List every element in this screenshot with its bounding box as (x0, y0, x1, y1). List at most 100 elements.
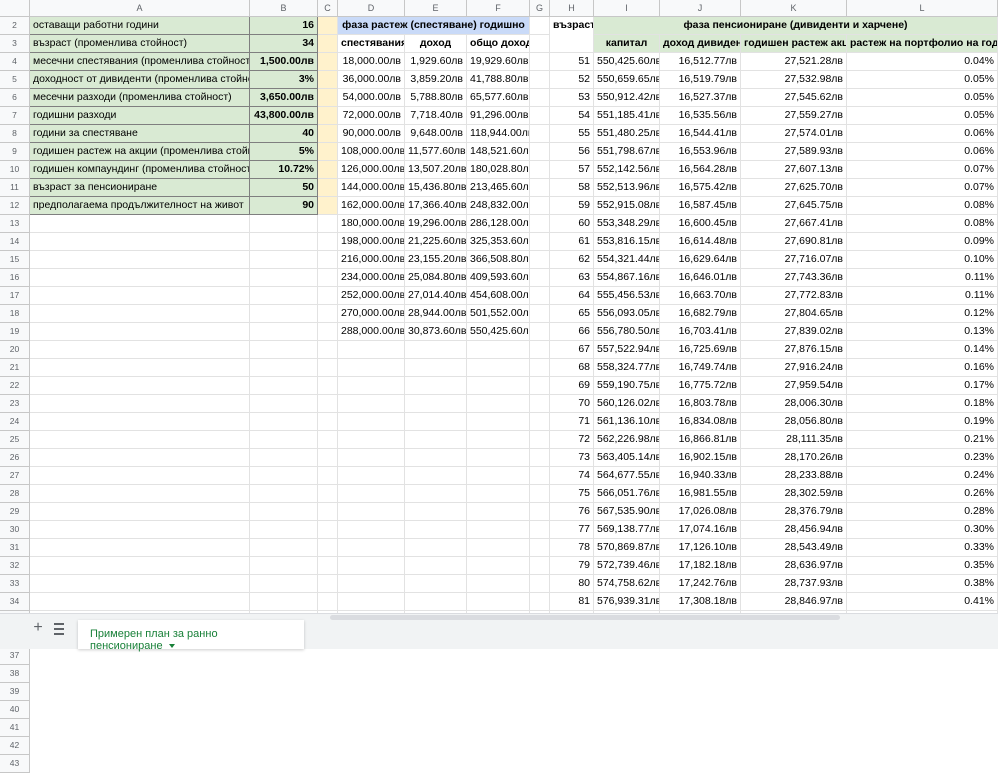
retirement-cell[interactable]: 16,940.33лв (660, 467, 741, 485)
empty-cell[interactable] (30, 575, 250, 593)
retirement-cell[interactable]: 16,553.96лв (660, 143, 741, 161)
empty-cell[interactable] (405, 557, 467, 575)
row-header[interactable]: 17 (0, 287, 30, 305)
column-header-d[interactable]: D (338, 0, 405, 17)
param-value[interactable]: 90 (250, 197, 318, 215)
retirement-cell[interactable]: 16,614.48лв (660, 233, 741, 251)
empty-cell[interactable] (318, 431, 338, 449)
empty-cell[interactable] (318, 35, 338, 53)
empty-cell[interactable] (530, 287, 550, 305)
empty-cell[interactable] (30, 323, 250, 341)
row-header[interactable]: 13 (0, 215, 30, 233)
empty-cell[interactable] (318, 593, 338, 611)
empty-cell[interactable] (250, 395, 318, 413)
retirement-cell[interactable]: 0.41% (847, 593, 998, 611)
empty-cell[interactable] (318, 503, 338, 521)
growth-cell[interactable]: 36,000.00лв (338, 71, 405, 89)
empty-cell[interactable] (530, 161, 550, 179)
retirement-cell[interactable]: 0.38% (847, 575, 998, 593)
row-header[interactable]: 5 (0, 71, 30, 89)
row-header[interactable]: 14 (0, 233, 30, 251)
empty-cell[interactable] (338, 449, 405, 467)
retirement-cell[interactable]: 16,527.37лв (660, 89, 741, 107)
empty-cell[interactable] (405, 485, 467, 503)
empty-cell[interactable] (405, 431, 467, 449)
retirement-cell[interactable]: 27,839.02лв (741, 323, 847, 341)
growth-phase-title[interactable]: фаза растеж (спестяване) годишно (338, 17, 530, 35)
empty-cell[interactable] (530, 305, 550, 323)
row-header[interactable]: 30 (0, 521, 30, 539)
retirement-cell[interactable]: 0.17% (847, 377, 998, 395)
empty-cell[interactable] (405, 575, 467, 593)
empty-cell[interactable] (338, 593, 405, 611)
growth-cell[interactable]: 41,788.80лв (467, 71, 530, 89)
empty-cell[interactable] (318, 161, 338, 179)
empty-cell[interactable] (467, 485, 530, 503)
empty-cell[interactable] (405, 521, 467, 539)
growth-cell[interactable]: 25,084.80лв (405, 269, 467, 287)
row-header[interactable]: 29 (0, 503, 30, 521)
growth-cell[interactable]: 325,353.60лв (467, 233, 530, 251)
growth-cell[interactable]: 252,000.00лв (338, 287, 405, 305)
empty-cell[interactable] (338, 359, 405, 377)
row-header[interactable]: 42 (0, 737, 30, 755)
retirement-cell[interactable]: 553,348.29лв (594, 215, 660, 233)
retirement-cell[interactable]: 576,939.31лв (594, 593, 660, 611)
empty-cell[interactable] (530, 593, 550, 611)
row-header[interactable]: 23 (0, 395, 30, 413)
row-header[interactable]: 12 (0, 197, 30, 215)
empty-cell[interactable] (338, 395, 405, 413)
empty-cell[interactable] (30, 467, 250, 485)
retirement-cell[interactable]: 16,535.56лв (660, 107, 741, 125)
empty-cell[interactable] (30, 539, 250, 557)
row-header[interactable]: 16 (0, 269, 30, 287)
empty-cell[interactable] (338, 341, 405, 359)
age-header[interactable]: възраст (550, 17, 594, 53)
empty-cell[interactable] (250, 287, 318, 305)
empty-cell[interactable] (530, 575, 550, 593)
empty-cell[interactable] (530, 143, 550, 161)
empty-cell[interactable] (250, 233, 318, 251)
empty-cell[interactable] (250, 323, 318, 341)
retirement-cell[interactable]: 551,185.41лв (594, 107, 660, 125)
retirement-cell[interactable]: 561,136.10лв (594, 413, 660, 431)
growth-header[interactable]: спестявания (338, 35, 405, 53)
empty-cell[interactable] (530, 377, 550, 395)
retirement-cell[interactable]: 16,519.79лв (660, 71, 741, 89)
growth-cell[interactable]: 5,788.80лв (405, 89, 467, 107)
retirement-cell[interactable]: 0.05% (847, 107, 998, 125)
row-header[interactable]: 31 (0, 539, 30, 557)
scrollbar-thumb[interactable] (330, 615, 840, 620)
empty-cell[interactable] (318, 53, 338, 71)
retirement-cell[interactable]: 77 (550, 521, 594, 539)
empty-cell[interactable] (30, 557, 250, 575)
retirement-cell[interactable]: 27,916.24лв (741, 359, 847, 377)
empty-cell[interactable] (318, 449, 338, 467)
retirement-cell[interactable]: 569,138.77лв (594, 521, 660, 539)
empty-cell[interactable] (530, 323, 550, 341)
retirement-cell[interactable]: 0.05% (847, 71, 998, 89)
spreadsheet-grid[interactable]: оставащи работни години 16 възраст (промен… (30, 17, 998, 613)
retirement-cell[interactable]: 17,308.18лв (660, 593, 741, 611)
param-label[interactable]: месечни спестявания (променлива стойност… (30, 53, 250, 71)
retirement-cell[interactable]: 566,051.76лв (594, 485, 660, 503)
empty-cell[interactable] (530, 89, 550, 107)
row-header[interactable]: 33 (0, 575, 30, 593)
retirement-cell[interactable]: 553,816.15лв (594, 233, 660, 251)
row-header[interactable]: 37 (0, 647, 30, 665)
empty-cell[interactable] (405, 359, 467, 377)
row-header[interactable]: 22 (0, 377, 30, 395)
retirement-cell[interactable]: 75 (550, 485, 594, 503)
growth-cell[interactable]: 19,296.00лв (405, 215, 467, 233)
retirement-cell[interactable]: 0.33% (847, 539, 998, 557)
empty-cell[interactable] (338, 485, 405, 503)
retirement-cell[interactable]: 16,803.78лв (660, 395, 741, 413)
retirement-cell[interactable]: 69 (550, 377, 594, 395)
empty-cell[interactable] (338, 575, 405, 593)
growth-cell[interactable]: 234,000.00лв (338, 269, 405, 287)
row-header[interactable]: 8 (0, 125, 30, 143)
retirement-cell[interactable]: 60 (550, 215, 594, 233)
empty-cell[interactable] (530, 125, 550, 143)
empty-cell[interactable] (318, 233, 338, 251)
row-header[interactable]: 15 (0, 251, 30, 269)
